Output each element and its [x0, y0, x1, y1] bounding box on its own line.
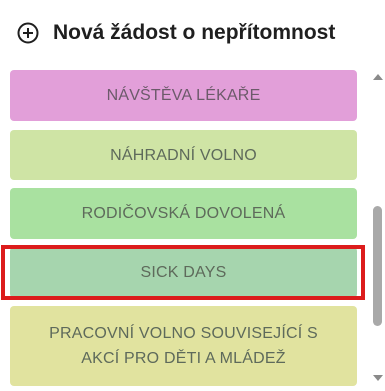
absence-type-label: SICK DAYS	[140, 264, 227, 281]
scrollbar-thumb[interactable]	[373, 206, 382, 326]
scroll-up-arrow-icon[interactable]	[373, 74, 383, 80]
scrollbar[interactable]	[370, 62, 385, 391]
absence-type-label-line2: AKCÍ PRO DĚTI A MLÁDEŽ	[81, 350, 286, 367]
absence-type-label: PRACOVNÍ VOLNO SOUVISEJÍCÍ S AKCÍ PRO DĚ…	[49, 321, 318, 371]
absence-type-label-line1: PRACOVNÍ VOLNO SOUVISEJÍCÍ S	[49, 325, 318, 342]
absence-type-compensatory-leave[interactable]: NÁHRADNÍ VOLNO	[10, 130, 357, 180]
absence-type-label: NÁHRADNÍ VOLNO	[110, 146, 257, 164]
absence-type-doctor-visit[interactable]: NÁVŠTĚVA LÉKAŘE	[10, 70, 357, 121]
absence-type-list: NÁVŠTĚVA LÉKAŘE NÁHRADNÍ VOLNO RODIČOVSK…	[0, 0, 370, 391]
absence-type-label: NÁVŠTĚVA LÉKAŘE	[106, 87, 261, 104]
absence-type-youth-activity-leave[interactable]: PRACOVNÍ VOLNO SOUVISEJÍCÍ S AKCÍ PRO DĚ…	[10, 306, 357, 386]
absence-type-sick-days[interactable]: SICK DAYS	[10, 247, 357, 298]
absence-type-parental-leave[interactable]: RODIČOVSKÁ DOVOLENÁ	[10, 188, 357, 239]
absence-type-label: RODIČOVSKÁ DOVOLENÁ	[81, 205, 286, 222]
scroll-down-arrow-icon[interactable]	[373, 375, 383, 381]
